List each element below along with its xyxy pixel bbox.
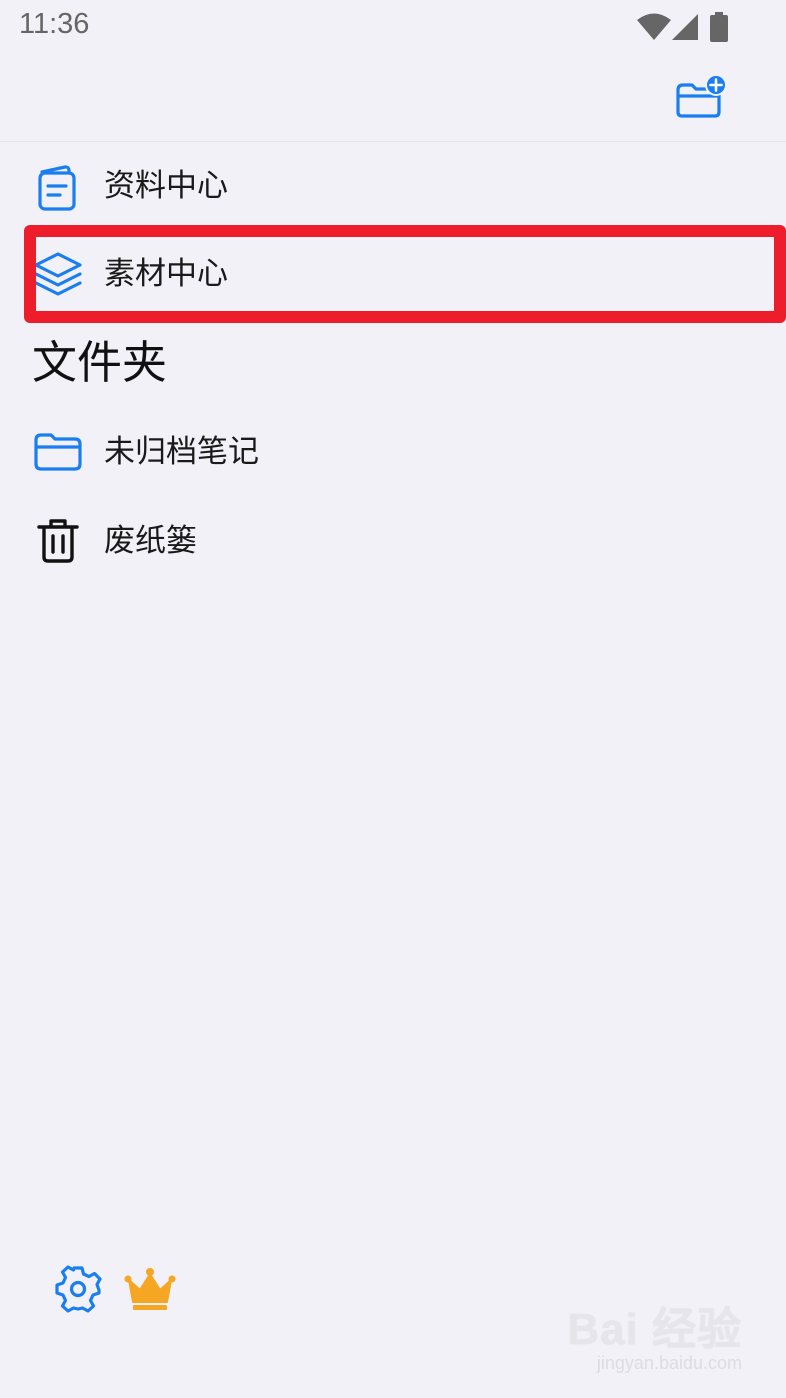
menu-item-material-center[interactable]: 素材中心 [0,230,786,318]
header [0,54,786,142]
status-icons [636,12,728,42]
document-stack-icon [33,164,81,212]
folder-plus-icon [676,74,727,118]
folders-section-title: 文件夹 [32,336,168,389]
gear-icon [55,1265,102,1313]
crown-icon [124,1268,176,1310]
menu-item-label: 资料中心 [104,168,228,204]
folder-item-trash[interactable]: 废纸篓 [0,497,786,585]
wifi-icon [636,13,672,41]
folder-item-unfiled-notes[interactable]: 未归档笔记 [0,408,786,496]
status-time: 11:36 [19,8,90,40]
new-folder-button[interactable] [674,74,730,122]
cellular-signal-icon [670,13,700,41]
premium-button[interactable] [124,1266,176,1316]
trash-icon [36,517,84,565]
folder-icon [33,428,82,476]
menu-item-data-center[interactable]: 资料中心 [0,142,786,230]
menu-item-label: 素材中心 [104,256,228,292]
status-bar: 11:36 [0,0,786,54]
menu-item-label: 未归档笔记 [104,434,259,470]
watermark: Bai 经验 jingyan.baidu.com [567,1293,742,1374]
settings-button[interactable] [53,1264,103,1314]
battery-icon [710,12,728,42]
menu-item-label: 废纸篓 [104,523,197,559]
watermark-logo: Bai 经验 [567,1305,742,1354]
layers-icon [33,250,82,298]
